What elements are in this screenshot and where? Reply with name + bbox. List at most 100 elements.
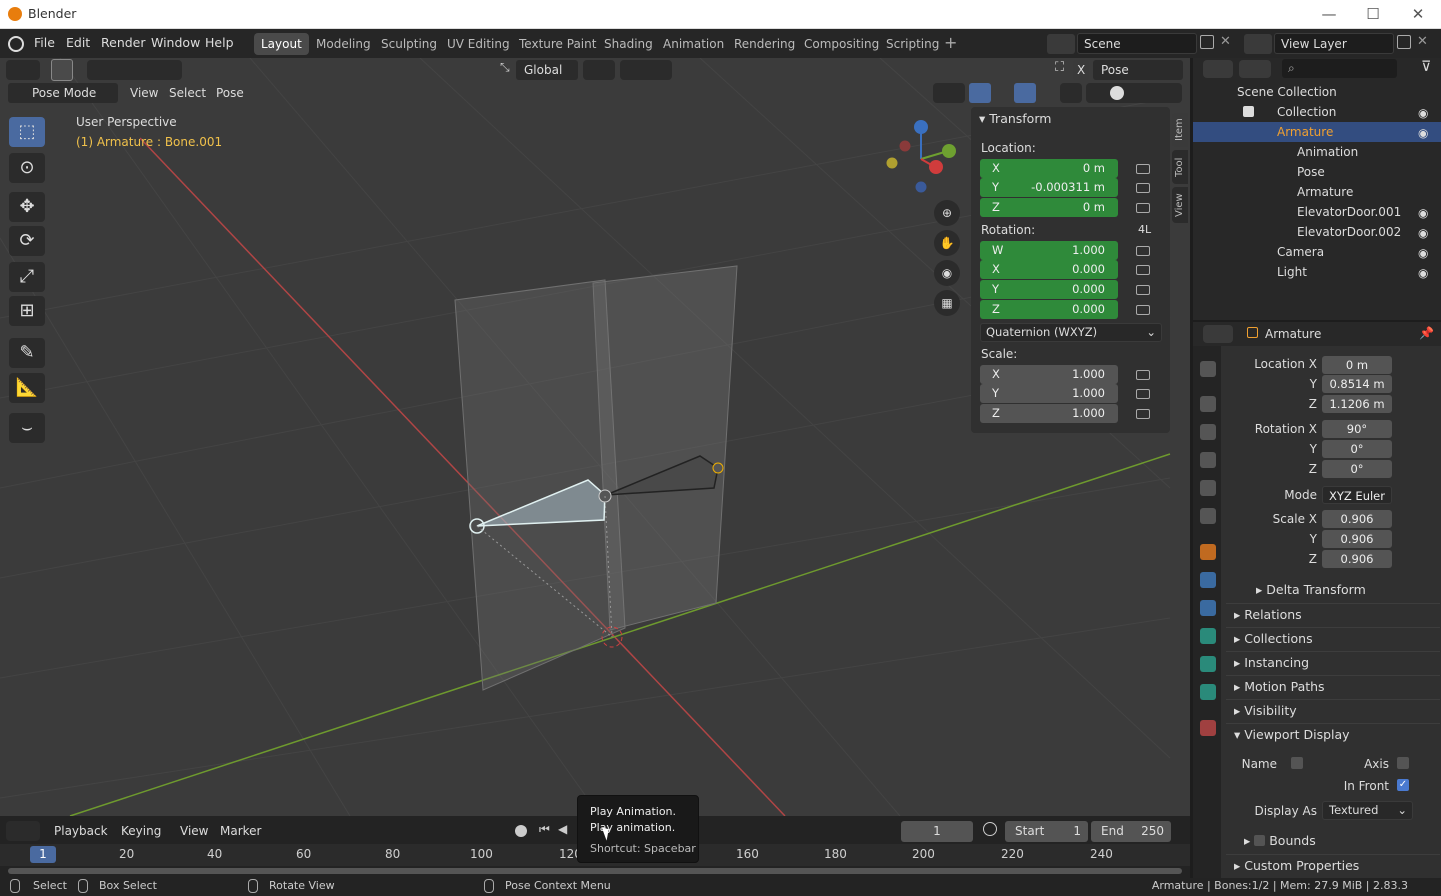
world-tab-icon[interactable] — [1200, 508, 1216, 524]
rotation-y-field[interactable]: Y 0.000 — [980, 280, 1118, 299]
rotation-4l-toggle[interactable]: 4L — [1138, 223, 1151, 236]
outliner-row-elevatordoor-001[interactable]: ElevatorDoor.001 — [1193, 202, 1441, 222]
outliner-row-armature-data[interactable]: Armature — [1193, 182, 1441, 202]
timeline-menu-marker[interactable]: Marker — [212, 821, 266, 841]
scene-field[interactable]: Scene — [1077, 33, 1197, 54]
transform-panel-header[interactable]: ▾ Transform — [979, 111, 1051, 126]
scale-z-field[interactable]: Z 1.000 — [980, 404, 1118, 423]
delete-scene-icon[interactable]: ✕ — [1220, 34, 1231, 49]
section-bounds[interactable]: ▸ Bounds — [1226, 830, 1440, 852]
tab-animation[interactable]: Animation — [656, 33, 731, 55]
prop-scale-z[interactable]: 0.906 — [1322, 550, 1392, 568]
start-frame-field[interactable]: Start 1 — [1005, 821, 1088, 842]
menu-edit[interactable]: Edit — [66, 35, 90, 50]
menu-render[interactable]: Render — [101, 35, 146, 50]
snap-icon[interactable] — [620, 60, 672, 80]
mode-dropdown[interactable]: Pose Mode — [8, 83, 118, 103]
visibility-icon[interactable] — [933, 83, 965, 103]
bone-end-joint[interactable] — [712, 462, 724, 474]
outliner-row-light[interactable]: Light — [1193, 262, 1441, 282]
lock-icon[interactable] — [1136, 370, 1150, 380]
rotation-mode-dropdown[interactable]: Quaternion (WXYZ) ⌄ — [980, 323, 1162, 342]
stopwatch-icon[interactable] — [983, 822, 997, 836]
tab-item[interactable]: Item — [1172, 113, 1188, 147]
location-x-field[interactable]: X0 m — [980, 159, 1118, 178]
lock-icon[interactable] — [1136, 285, 1150, 295]
view-layer-field[interactable]: View Layer — [1274, 33, 1394, 54]
physics-tab-icon[interactable] — [1200, 572, 1216, 588]
camera-view-icon[interactable]: ◉ — [934, 260, 960, 286]
prop-rotation-mode[interactable]: XYZ Euler — [1322, 486, 1392, 504]
tab-layout[interactable]: Layout — [254, 33, 309, 55]
eye-icon[interactable]: ◉ — [1418, 246, 1428, 260]
viewport-menu-select[interactable]: Select — [163, 83, 209, 103]
new-view-layer-icon[interactable] — [1397, 35, 1411, 49]
zoom-icon[interactable]: ⊕ — [934, 200, 960, 226]
prop-location-y[interactable]: 0.8514 m — [1322, 375, 1392, 393]
outliner-row-collection[interactable]: Collection — [1193, 102, 1441, 122]
measure-tool-icon[interactable]: 📐 — [9, 373, 45, 403]
select-box-tool-icon[interactable]: ⬚ — [9, 117, 45, 147]
scale-y-field[interactable]: Y 1.000 — [980, 384, 1118, 403]
section-relations[interactable]: ▸ Relations — [1226, 603, 1440, 625]
pivot-point-icon[interactable] — [583, 60, 615, 80]
eye-icon[interactable]: ◉ — [1418, 206, 1428, 220]
rotation-w-field[interactable]: W 1.000 — [980, 241, 1118, 260]
eye-icon[interactable]: ◉ — [1418, 226, 1428, 240]
armature-data-tab-icon[interactable] — [1200, 628, 1216, 644]
outliner-row-camera[interactable]: Camera — [1193, 242, 1441, 262]
gizmo-toggle-icon[interactable] — [969, 83, 991, 103]
outliner-editor-type-icon[interactable] — [1203, 60, 1233, 78]
eye-icon[interactable]: ◉ — [1418, 126, 1428, 140]
annotate-tool-icon[interactable]: ✎ — [9, 338, 45, 368]
jump-start-icon[interactable]: ⏮ — [539, 822, 550, 837]
outliner-row-animation[interactable]: Animation — [1193, 142, 1441, 162]
view-layer-tab-icon[interactable] — [1200, 452, 1216, 468]
rotation-x-field[interactable]: X 0.000 — [980, 260, 1118, 279]
playhead[interactable]: 1 — [30, 846, 56, 863]
tab-shading[interactable]: Shading — [597, 33, 660, 55]
bone-tab-icon[interactable] — [1200, 656, 1216, 672]
current-frame-field[interactable]: 1 — [901, 821, 973, 842]
bounds-checkbox[interactable] — [1254, 835, 1266, 846]
navigation-gizmo[interactable] — [886, 120, 957, 193]
outliner-row-armature[interactable]: Armature — [1193, 122, 1441, 142]
lock-icon[interactable] — [1136, 183, 1150, 193]
maximize-button[interactable]: ☐ — [1362, 4, 1384, 24]
keyframe-prev-icon[interactable]: ◀ — [558, 822, 567, 836]
lock-icon[interactable] — [1136, 305, 1150, 315]
scene-tab-icon[interactable] — [1200, 480, 1216, 496]
orientation-dropdown[interactable]: Global — [516, 60, 578, 80]
xray-toggle-icon[interactable] — [1060, 83, 1082, 103]
end-frame-field[interactable]: End 250 — [1091, 821, 1171, 842]
lock-icon[interactable] — [1136, 246, 1150, 256]
display-mode-icon[interactable] — [1239, 60, 1271, 78]
mirror-icon[interactable]: ⛶ — [1055, 60, 1073, 80]
scale-x-field[interactable]: X 1.000 — [980, 365, 1118, 384]
location-z-field[interactable]: Z0 m — [980, 198, 1118, 217]
tab-modeling[interactable]: Modeling — [309, 33, 378, 55]
overlay-toggle-icon[interactable] — [1014, 83, 1036, 103]
prop-rotation-z[interactable]: 0° — [1322, 460, 1392, 478]
record-icon[interactable] — [515, 825, 527, 837]
close-button[interactable]: ✕ — [1407, 4, 1429, 24]
tab-rendering[interactable]: Rendering — [727, 33, 802, 55]
transform-tool-icon[interactable]: ⊞ — [9, 296, 45, 326]
timeline-menu-playback[interactable]: Playback — [46, 821, 112, 841]
rotate-tool-icon[interactable]: ⟳ — [9, 226, 45, 256]
pose-options-dropdown[interactable]: Pose Options — [1093, 60, 1183, 97]
scene-browse-icon[interactable] — [1047, 34, 1075, 54]
prop-location-z[interactable]: 1.1206 m — [1322, 395, 1392, 413]
pin-icon[interactable]: 📌 — [1419, 326, 1434, 340]
render-tab-icon[interactable] — [1200, 396, 1216, 412]
new-scene-icon[interactable] — [1200, 35, 1214, 49]
tab-uv-editing[interactable]: UV Editing — [440, 33, 517, 55]
timeline-menu-keying[interactable]: Keying — [113, 821, 171, 841]
vd-name-checkbox[interactable] — [1291, 757, 1303, 769]
perspective-toggle-icon[interactable]: ▦ — [934, 290, 960, 316]
vd-display-as-dropdown[interactable]: Textured ⌄ — [1322, 801, 1413, 820]
elevator-door-right[interactable] — [592, 265, 738, 631]
timeline-editor-type-icon[interactable] — [6, 821, 40, 841]
vd-in-front-checkbox[interactable]: ✓ — [1397, 779, 1409, 791]
section-instancing[interactable]: ▸ Instancing — [1226, 651, 1440, 673]
